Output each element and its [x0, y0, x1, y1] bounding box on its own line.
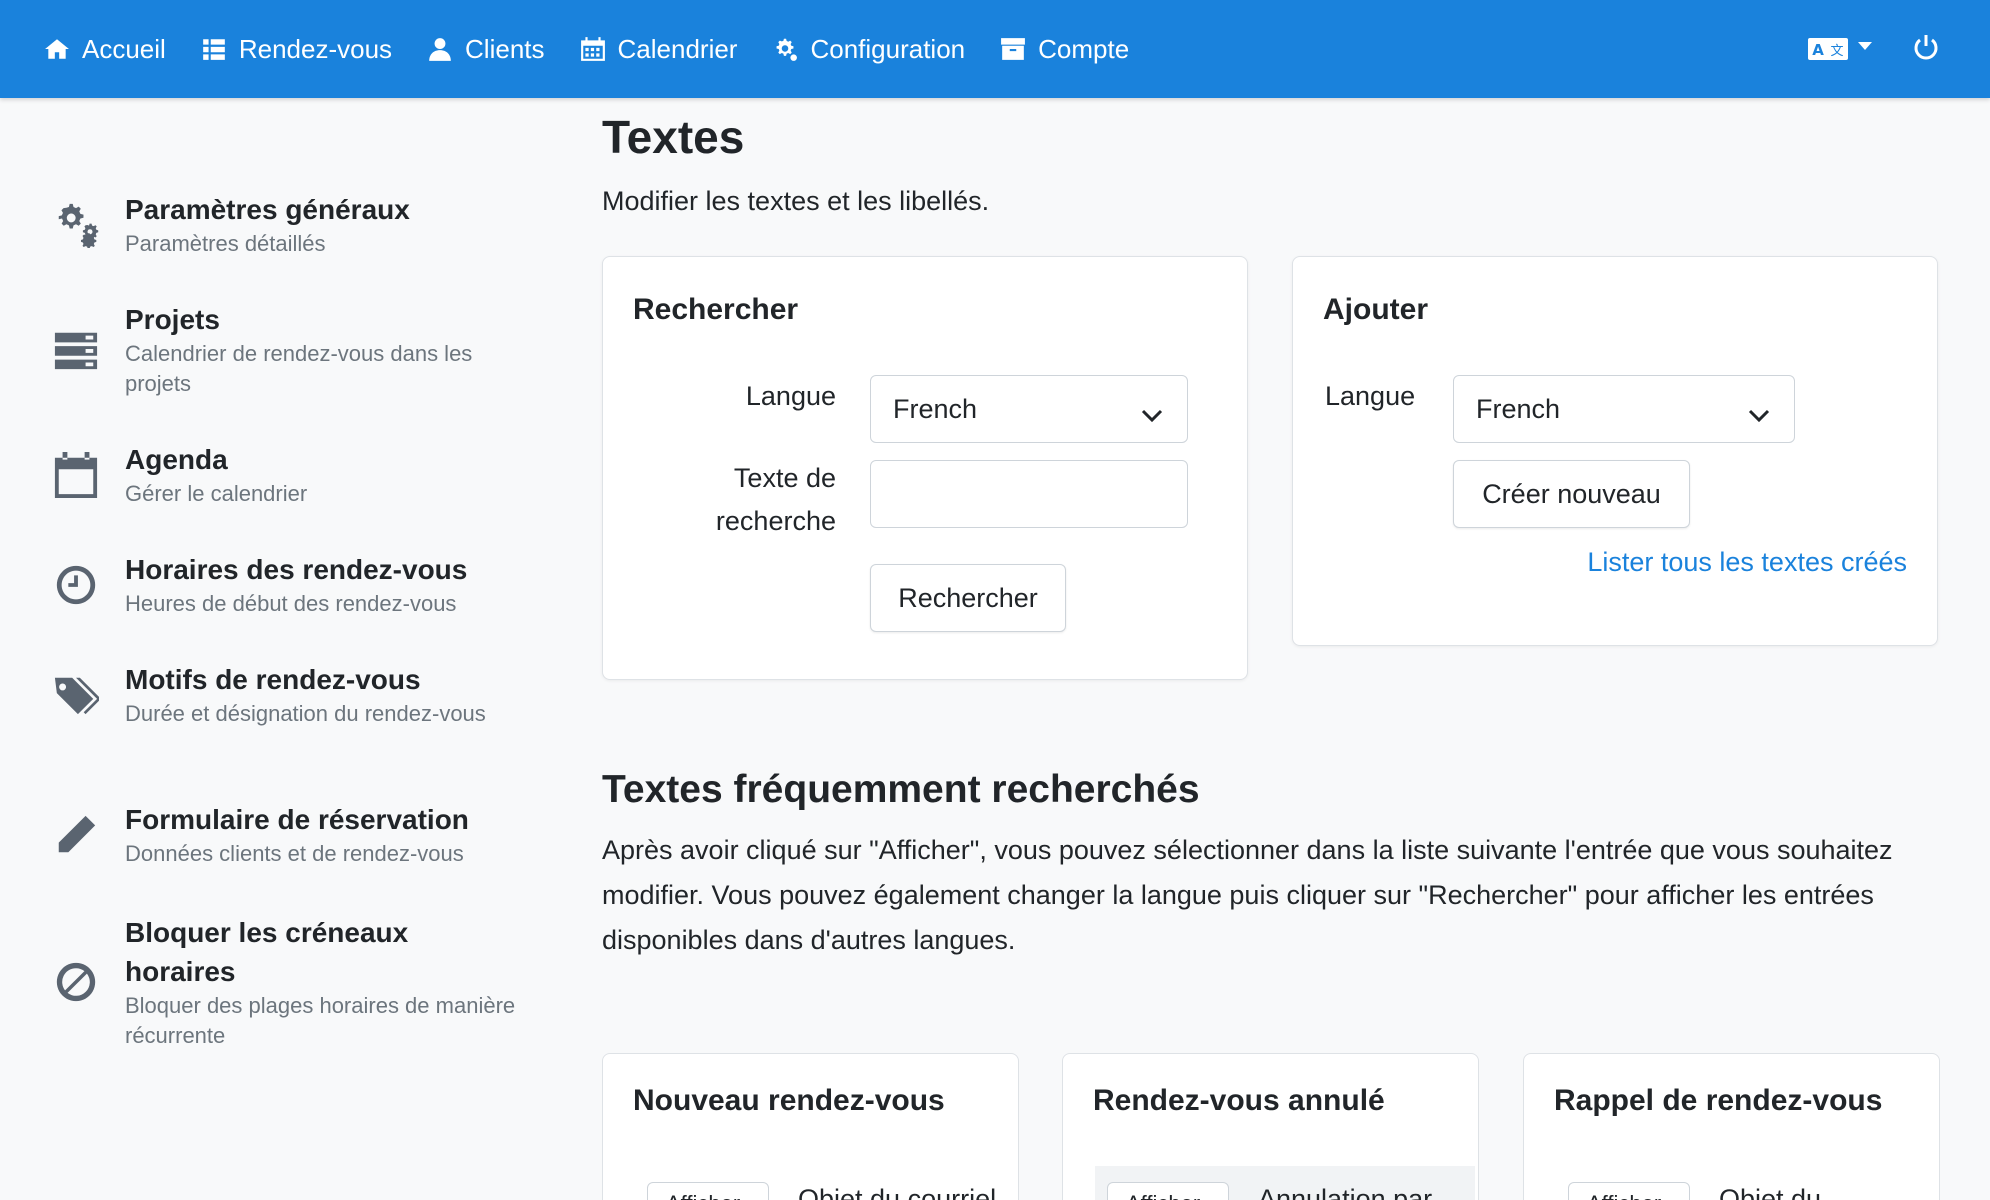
search-card: Rechercher Langue French Texte de recher…	[602, 256, 1248, 680]
add-card: Ajouter Langue French Créer nouveau List…	[1292, 256, 1938, 646]
sidebar-item-horaires[interactable]: Horaires des rendez-vous Heures de début…	[52, 550, 522, 619]
power-icon	[1914, 34, 1938, 59]
tags-icon	[54, 677, 99, 714]
list-item: Annulation par	[1258, 1184, 1433, 1200]
svg-text:文: 文	[1830, 44, 1843, 59]
frequent-card-new-appointment: Nouveau rendez-vous Afficher Objet du co…	[602, 1053, 1019, 1200]
navbar-right: A 文	[1808, 0, 1940, 98]
frequent-card-reminder: Rappel de rendez-vous Afficher Objet du	[1523, 1053, 1940, 1200]
chevron-down-icon	[1748, 400, 1770, 423]
pencil-icon	[58, 815, 96, 852]
language-dropdown[interactable]: A 文	[1808, 36, 1872, 62]
nav-item-calendrier[interactable]: Calendrier	[580, 34, 737, 65]
sidebar-item-bloquer[interactable]: Bloquer les créneaux horaires Bloquer de…	[52, 913, 522, 1051]
sidebar-item-formulaire[interactable]: Formulaire de réservation Données client…	[52, 800, 522, 869]
language-icon: A 文	[1808, 38, 1848, 60]
search-language-select[interactable]: French	[870, 375, 1188, 443]
archive-icon	[1001, 38, 1026, 60]
page-subtitle: Modifier les textes et les libellés.	[602, 186, 990, 216]
list-icon	[202, 39, 225, 60]
svg-text:A: A	[1812, 41, 1824, 59]
nav-item-configuration[interactable]: Configuration	[772, 34, 965, 65]
add-language-select[interactable]: French	[1453, 375, 1795, 443]
search-language-label: Langue	[745, 381, 836, 411]
sidebar: Paramètres généraux Paramètres détaillés…	[0, 98, 560, 1200]
list-item: Objet du	[1719, 1184, 1822, 1200]
nav-item-rendez-vous[interactable]: Rendez-vous	[201, 34, 392, 65]
ban-icon	[56, 962, 96, 1002]
show-button[interactable]: Afficher	[647, 1182, 769, 1200]
nav-item-accueil[interactable]: Accueil	[44, 34, 166, 65]
page-title: Textes	[602, 111, 745, 163]
list-item: Objet du courriel	[798, 1184, 997, 1200]
frequent-section-description: Après avoir cliqué sur "Afficher", vous …	[602, 835, 1893, 955]
calendar-icon	[580, 37, 605, 61]
user-icon	[429, 38, 451, 61]
nav-item-clients[interactable]: Clients	[427, 34, 545, 65]
cogs-icon	[777, 38, 798, 61]
sidebar-item-motifs[interactable]: Motifs de rendez-vous Durée et désignati…	[52, 660, 522, 729]
home-icon	[45, 39, 69, 59]
logout-button[interactable]	[1912, 33, 1940, 66]
sidebar-item-parametres-generaux[interactable]: Paramètres généraux Paramètres détaillés	[52, 190, 522, 259]
chevron-down-icon	[1858, 42, 1872, 50]
add-card-title: Ajouter	[1323, 293, 1428, 326]
calendar-icon	[54, 451, 98, 498]
search-text-label: Texte de recherche	[715, 463, 836, 536]
clock-icon	[56, 565, 96, 604]
top-navbar: Accueil Rendez-vous Clients Calendrier C…	[0, 0, 1990, 98]
show-button[interactable]: Afficher	[1107, 1182, 1229, 1200]
cogs-icon	[58, 203, 99, 248]
list-all-texts-link[interactable]: Lister tous les textes créés	[1587, 547, 1907, 578]
nav-item-compte[interactable]: Compte	[1000, 34, 1129, 65]
chevron-down-icon	[1141, 400, 1163, 423]
server-icon	[54, 332, 98, 369]
create-new-button[interactable]: Créer nouveau	[1453, 460, 1690, 528]
show-button[interactable]: Afficher	[1568, 1182, 1690, 1200]
search-card-title: Rechercher	[633, 293, 799, 326]
add-language-label: Langue	[1325, 381, 1416, 411]
search-text-input[interactable]	[870, 460, 1188, 528]
frequent-section-title: Textes fréquemment recherchés	[602, 768, 1200, 811]
sidebar-item-agenda[interactable]: Agenda Gérer le calendrier	[52, 440, 522, 509]
sidebar-item-projets[interactable]: Projets Calendrier de rendez-vous dans l…	[52, 300, 522, 399]
search-button[interactable]: Rechercher	[870, 564, 1066, 632]
frequent-card-cancelled-appointment: Rendez-vous annulé Afficher Annulation p…	[1062, 1053, 1479, 1200]
